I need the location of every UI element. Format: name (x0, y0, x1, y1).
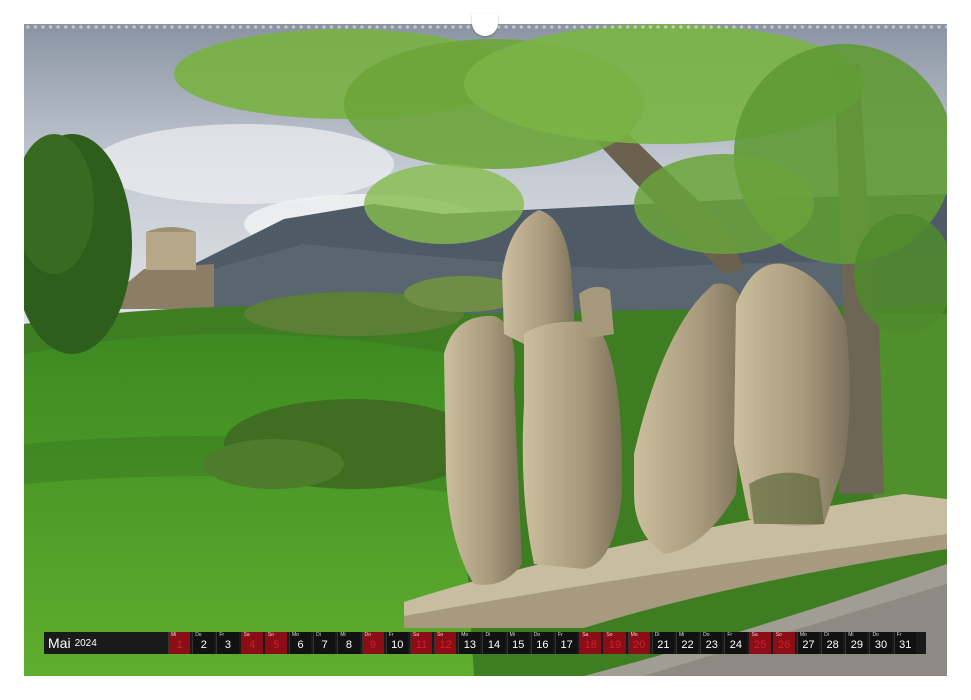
calendar-day: Do 30 (869, 632, 892, 654)
day-number: 16 (536, 639, 549, 651)
calendar-day: So 19 (603, 632, 626, 654)
calendar-day: Di 28 (821, 632, 844, 654)
day-number: 7 (321, 639, 328, 651)
day-number: 8 (345, 639, 352, 651)
weekday-label: Do (195, 632, 202, 638)
day-number: 26 (778, 639, 791, 651)
calendar-day: Mo 13 (458, 632, 481, 654)
weekday-label: Di (316, 632, 321, 638)
weekday-label: Fr (727, 632, 733, 638)
calendar-day: Sa 18 (579, 632, 602, 654)
calendar-day: Fr 24 (724, 632, 747, 654)
weekday-label: Fr (388, 632, 394, 638)
day-number: 12 (439, 639, 452, 651)
weekday-label: Sa (751, 632, 758, 638)
day-number: 15 (512, 639, 525, 651)
calendar-day: Do 16 (530, 632, 553, 654)
weekday-label: Do (364, 632, 371, 638)
weekday-label: Do (533, 632, 541, 638)
day-number: 9 (370, 639, 377, 651)
day-number: 27 (802, 639, 815, 651)
calendar-day: Di 7 (313, 632, 336, 654)
calendar-day: Di 21 (651, 632, 674, 654)
calendar-day: Sa 11 (409, 632, 433, 654)
calendar-day: So 12 (434, 632, 457, 654)
weekday-label: Mo (799, 632, 807, 638)
day-number: 29 (850, 639, 863, 651)
calendar-day: Fr 17 (555, 632, 578, 654)
day-number: 4 (249, 639, 256, 651)
month-label: Mai 2024 (44, 632, 166, 654)
weekday-label: Fr (558, 632, 563, 638)
calendar-day: So 5 (264, 632, 287, 654)
weekday-label: So (775, 632, 782, 638)
weekday-label: Di (485, 632, 491, 638)
day-number: 31 (899, 639, 912, 651)
calendar-day: Di 14 (482, 632, 505, 654)
calendar-day: Mo 6 (288, 632, 312, 654)
calendar-day: Fr 31 (893, 632, 916, 654)
day-number: 21 (657, 639, 670, 651)
day-row: Mi 1 Do 2 Fr 3 Sa 4 So 5 Mo 6 Di 7 Mi 8 Do 9 Fr 10 Sa 11 So 12 M… (166, 632, 916, 654)
weekday-label: Do (872, 632, 879, 638)
day-number: 22 (681, 639, 694, 651)
weekday-label: Mi (340, 632, 346, 638)
weekday-label: Mo (630, 632, 638, 638)
calendar-day: Do 9 (361, 632, 384, 654)
calendar-day: Mi 22 (675, 632, 699, 654)
weekday-label: Fr (219, 632, 225, 638)
day-number: 25 (753, 639, 767, 651)
day-number: 14 (487, 639, 501, 651)
weekday-label: Mi (509, 632, 515, 638)
calendar-day: Mi 15 (506, 632, 529, 654)
day-number: 10 (391, 639, 404, 651)
weekday-label: Sa (582, 632, 589, 638)
year-label: 2024 (74, 637, 97, 649)
weekday-label: Mi (848, 632, 854, 638)
weekday-label: Mi (171, 632, 177, 638)
month-name: Mai (48, 635, 71, 651)
day-number: 11 (415, 639, 428, 651)
weekday-label: Do (703, 632, 710, 638)
landscape-photo (24, 24, 947, 676)
day-number: 17 (560, 639, 573, 651)
weekday-label: Fr (896, 632, 902, 638)
calendar-day: Mi 1 (168, 632, 191, 654)
calendar-day: Do 23 (700, 632, 723, 654)
calendar-day: Fr 3 (216, 632, 239, 654)
weekday-label: Di (824, 632, 829, 638)
calendar-day: So 26 (772, 632, 795, 654)
weekday-label: So (606, 632, 613, 638)
calendar-day: Mi 29 (845, 632, 868, 654)
day-number: 13 (463, 639, 476, 651)
weekday-label: Di (654, 632, 660, 638)
weekday-label: Mo (461, 632, 469, 638)
calendar-day: Fr 10 (385, 632, 408, 654)
day-number: 6 (297, 639, 304, 651)
calendar-day: Mi 8 (337, 632, 360, 654)
weekday-label: Sa (243, 632, 250, 638)
weekday-label: So (437, 632, 444, 638)
day-number: 23 (705, 639, 718, 651)
weekday-label: So (267, 632, 274, 638)
day-number: 19 (608, 639, 622, 651)
calendar-day: Sa 4 (240, 632, 263, 654)
day-number: 28 (826, 639, 839, 651)
calendar-day: Do 2 (192, 632, 215, 654)
weekday-label: Sa (412, 632, 419, 638)
day-number: 30 (874, 639, 888, 651)
day-number: 1 (176, 639, 183, 651)
day-number: 2 (200, 639, 207, 651)
weekday-label: Mi (678, 632, 685, 638)
day-number: 5 (273, 639, 280, 651)
calendar-strip: Mai 2024 Mi 1 Do 2 Fr 3 Sa 4 So 5 Mo 6 Di 7 Mi 8 Do 9 Fr 10… (44, 632, 926, 654)
calendar-day: Mo 27 (796, 632, 820, 654)
day-number: 24 (729, 639, 743, 651)
day-number: 3 (224, 639, 232, 651)
day-number: 20 (633, 639, 646, 651)
calendar-day: Mo 20 (627, 632, 650, 654)
day-number: 18 (584, 639, 597, 651)
calendar-day: Sa 25 (748, 632, 771, 654)
weekday-label: Mo (291, 632, 299, 638)
